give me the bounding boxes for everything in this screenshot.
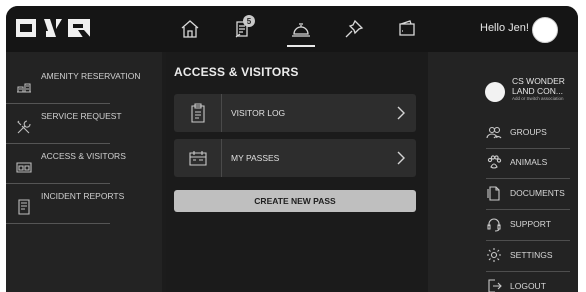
community-logo[interactable] [485,82,505,102]
divider [486,240,570,241]
avatar[interactable] [532,17,558,43]
divider [486,148,570,149]
divider [6,223,110,224]
chevron-right-icon [396,105,406,126]
menu-item-logout[interactable]: LOGOUT [428,274,578,292]
top-bar: 5 Hello Jen! [6,6,578,52]
divider [6,143,110,144]
calendar-pass-icon [188,151,207,166]
sidebar-item-incident-reports[interactable]: INCIDENT REPORTS [6,188,162,226]
sidebar-item-label: ACCESS & VISITORS [41,151,126,161]
right-sidebar: CS WONDER LAND CON... Add or Switch asso… [428,52,578,292]
menu-item-label: DOCUMENTS [510,188,565,198]
menu-item-label: SUPPORT [510,219,551,229]
menu-item-groups[interactable]: GROUPS [428,120,578,144]
home-icon[interactable] [176,15,204,43]
clipboard-icon [190,103,205,123]
headset-icon [486,216,502,232]
access-icon [15,158,33,176]
menu-item-label: ANIMALS [510,157,548,167]
switch-association-link[interactable]: Add or Switch association [512,96,570,101]
sidebar-item-label: SERVICE REQUEST [41,111,122,121]
main-content: ACCESS & VISITORS VISITOR LOG MY PASSES … [166,52,428,292]
active-nav-indicator [287,45,315,47]
app-window: 5 Hello Jen! AMENITY RESERVATION SERVICE… [6,6,578,292]
visitor-log-card[interactable]: VISITOR LOG [174,94,416,132]
documents-icon [486,185,502,201]
divider [486,271,570,272]
divider [486,178,570,179]
amenity-icon [15,78,33,96]
divider [6,183,110,184]
my-passes-card[interactable]: MY PASSES [174,139,416,177]
paw-icon [486,154,502,170]
menu-item-label: LOGOUT [510,281,546,291]
menu-item-support[interactable]: SUPPORT [428,212,578,236]
chevron-right-icon [396,150,406,171]
divider [6,103,110,104]
sidebar-item-label: INCIDENT REPORTS [41,191,125,201]
notification-badge: 5 [243,15,255,27]
menu-item-settings[interactable]: SETTINGS [428,243,578,267]
tools-icon [15,118,33,136]
sidebar-item-service-request[interactable]: SERVICE REQUEST [6,108,162,146]
sidebar-item-label: AMENITY RESERVATION [41,71,141,81]
gear-icon [486,247,502,263]
card-label: VISITOR LOG [231,108,286,118]
logout-icon [486,278,502,292]
groups-icon [486,124,502,140]
card-label: MY PASSES [231,153,280,163]
onr-logo[interactable] [16,17,92,39]
sidebar-item-amenity-reservation[interactable]: AMENITY RESERVATION [6,68,162,106]
menu-item-label: SETTINGS [510,250,553,260]
pushpin-icon[interactable] [340,15,368,43]
page-title: ACCESS & VISITORS [174,65,299,79]
sidebar-item-access-visitors[interactable]: ACCESS & VISITORS [6,148,162,186]
wallet-icon[interactable] [393,15,421,43]
left-sidebar: AMENITY RESERVATION SERVICE REQUEST ACCE… [6,52,162,292]
service-bell-icon[interactable] [287,15,315,43]
community-name[interactable]: CS WONDER LAND CON... [512,76,574,96]
divider [486,209,570,210]
user-greeting: Hello Jen! [480,22,529,34]
menu-item-animals[interactable]: ANIMALS [428,150,578,174]
menu-item-label: GROUPS [510,127,547,137]
menu-item-documents[interactable]: DOCUMENTS [428,181,578,205]
report-icon [15,198,33,216]
create-new-pass-button[interactable]: CREATE NEW PASS [174,190,416,212]
